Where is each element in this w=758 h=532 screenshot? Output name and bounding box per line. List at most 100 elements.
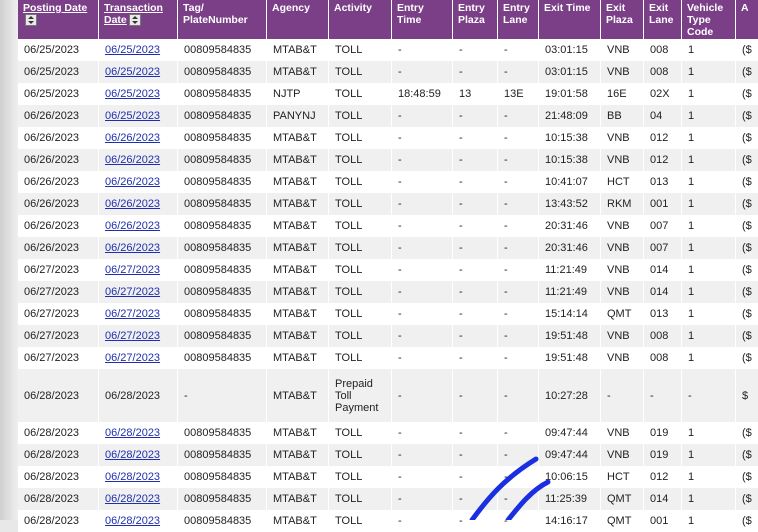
cell-entry-time: - [392,281,453,303]
cell-tag-plate: 00809584835 [178,325,267,347]
table-row: 06/26/2023 06/26/2023 00809584835 MTAB&T TOL… [18,215,758,237]
column-header-label: Vehicle Type Code [687,2,724,38]
cell-entry-lane: - [498,510,539,532]
transaction-date-link[interactable]: 06/27/2023 [105,308,160,320]
cell-tag-plate: 00809584835 [178,215,267,237]
column-header-transaction-date[interactable]: Transaction Date [99,0,178,39]
table-row: 06/28/2023 06/28/2023 00809584835 MTAB&T TOL… [18,488,758,510]
cell-exit-lane: - [644,369,682,422]
cell-vehicle-type: 1 [682,444,736,466]
cell-entry-plaza: - [453,259,498,281]
cell-posting-date: 06/26/2023 [18,171,99,193]
cell-transaction-date[interactable]: 06/27/2023 [99,325,178,347]
cell-transaction-date[interactable]: 06/25/2023 [99,83,178,105]
cell-posting-date: 06/26/2023 [18,237,99,259]
cell-entry-plaza: - [453,422,498,444]
cell-exit-lane: 04 [644,105,682,127]
transaction-date-link[interactable]: 06/28/2023 [105,493,160,505]
cell-vehicle-type: 1 [682,193,736,215]
transaction-date-link[interactable]: 06/26/2023 [105,176,160,188]
cell-entry-lane: - [498,237,539,259]
cell-agency: MTAB&T [267,303,329,325]
cell-entry-plaza: 13 [453,83,498,105]
cell-posting-date: 06/27/2023 [18,303,99,325]
sort-icon[interactable] [128,14,141,27]
cell-posting-date: 06/27/2023 [18,259,99,281]
column-header-label: Tag/ PlateNumber [183,2,248,26]
cell-transaction-date[interactable]: 06/25/2023 [99,105,178,127]
cell-posting-date: 06/26/2023 [18,193,99,215]
cell-exit-plaza: - [601,369,644,422]
transaction-date-link[interactable]: 06/28/2023 [105,471,160,483]
cell-transaction-date[interactable]: 06/28/2023 [99,466,178,488]
cell-entry-time: - [392,215,453,237]
transaction-date-link[interactable]: 06/26/2023 [105,132,160,144]
cell-activity: TOLL [329,105,392,127]
cell-transaction-date[interactable]: 06/27/2023 [99,303,178,325]
transaction-date-link[interactable]: 06/28/2023 [105,515,160,527]
page-edge [0,0,18,520]
transaction-date-link[interactable]: 06/25/2023 [105,88,160,100]
cell-transaction-date[interactable]: 06/28/2023 [99,422,178,444]
cell-exit-lane: 008 [644,325,682,347]
transaction-date-link[interactable]: 06/27/2023 [105,286,160,298]
table-row: 06/26/2023 06/26/2023 00809584835 MTAB&T TOL… [18,171,758,193]
cell-posting-date: 06/28/2023 [18,422,99,444]
table-row: 06/28/2023 06/28/2023 00809584835 MTAB&T TOL… [18,422,758,444]
cell-transaction-date[interactable]: 06/28/2023 [99,488,178,510]
cell-amount: ($ [736,259,758,281]
cell-tag-plate: 00809584835 [178,193,267,215]
cell-entry-lane: - [498,369,539,422]
sort-icon[interactable] [25,14,37,27]
transaction-date-link[interactable]: 06/26/2023 [105,220,160,232]
cell-transaction-date[interactable]: 06/26/2023 [99,215,178,237]
cell-exit-time: 10:41:07 [539,171,601,193]
column-header-label[interactable]: Posting Date [23,2,87,14]
cell-agency: MTAB&T [267,259,329,281]
transaction-date-link[interactable]: 06/28/2023 [105,449,160,461]
cell-exit-time: 13:43:52 [539,193,601,215]
transaction-date-link[interactable]: 06/25/2023 [105,110,160,122]
cell-transaction-date[interactable]: 06/25/2023 [99,61,178,83]
cell-transaction-date[interactable]: 06/27/2023 [99,281,178,303]
column-header-exit-time: Exit Time [539,0,601,39]
cell-transaction-date[interactable]: 06/26/2023 [99,193,178,215]
transaction-date-link[interactable]: 06/26/2023 [105,198,160,210]
column-header-label: Exit Lane [649,2,674,26]
cell-posting-date: 06/26/2023 [18,127,99,149]
transaction-date-link[interactable]: 06/27/2023 [105,352,160,364]
cell-exit-time: 14:16:17 [539,510,601,532]
cell-transaction-date[interactable]: 06/26/2023 [99,237,178,259]
cell-transaction-date[interactable]: 06/26/2023 [99,171,178,193]
cell-transaction-date[interactable]: 06/26/2023 [99,127,178,149]
transaction-date-link[interactable]: 06/26/2023 [105,242,160,254]
cell-amount: ($ [736,237,758,259]
transactions-panel: Posting Date Transaction Date Tag/ PlateNu… [18,0,758,532]
cell-transaction-date[interactable]: 06/28/2023 [99,444,178,466]
table-row: 06/28/2023 06/28/2023 00809584835 MTAB&T TOL… [18,510,758,532]
cell-transaction-date[interactable]: 06/27/2023 [99,347,178,369]
transaction-date-link[interactable]: 06/27/2023 [105,330,160,342]
column-header-posting-date[interactable]: Posting Date [18,0,99,39]
cell-tag-plate: 00809584835 [178,281,267,303]
cell-transaction-date[interactable]: 06/27/2023 [99,259,178,281]
cell-activity: TOLL [329,193,392,215]
transaction-date-link[interactable]: 06/25/2023 [105,44,160,56]
cell-activity: TOLL [329,488,392,510]
cell-transaction-date[interactable]: 06/25/2023 [99,39,178,61]
cell-agency: MTAB&T [267,281,329,303]
cell-posting-date: 06/28/2023 [18,488,99,510]
table-row: 06/25/2023 06/25/2023 00809584835 MTAB&T TOL… [18,39,758,61]
cell-entry-plaza: - [453,303,498,325]
transaction-date-link[interactable]: 06/25/2023 [105,66,160,78]
cell-transaction-date[interactable]: 06/28/2023 [99,510,178,532]
cell-agency: MTAB&T [267,149,329,171]
cell-transaction-date[interactable]: 06/26/2023 [99,149,178,171]
transaction-date-link[interactable]: 06/28/2023 [105,427,160,439]
column-header-label: Entry Time [397,2,424,26]
cell-amount: ($ [736,510,758,532]
transaction-date-link[interactable]: 06/26/2023 [105,154,160,166]
transaction-date-link[interactable]: 06/27/2023 [105,264,160,276]
cell-amount: ($ [736,83,758,105]
cell-entry-time: - [392,510,453,532]
